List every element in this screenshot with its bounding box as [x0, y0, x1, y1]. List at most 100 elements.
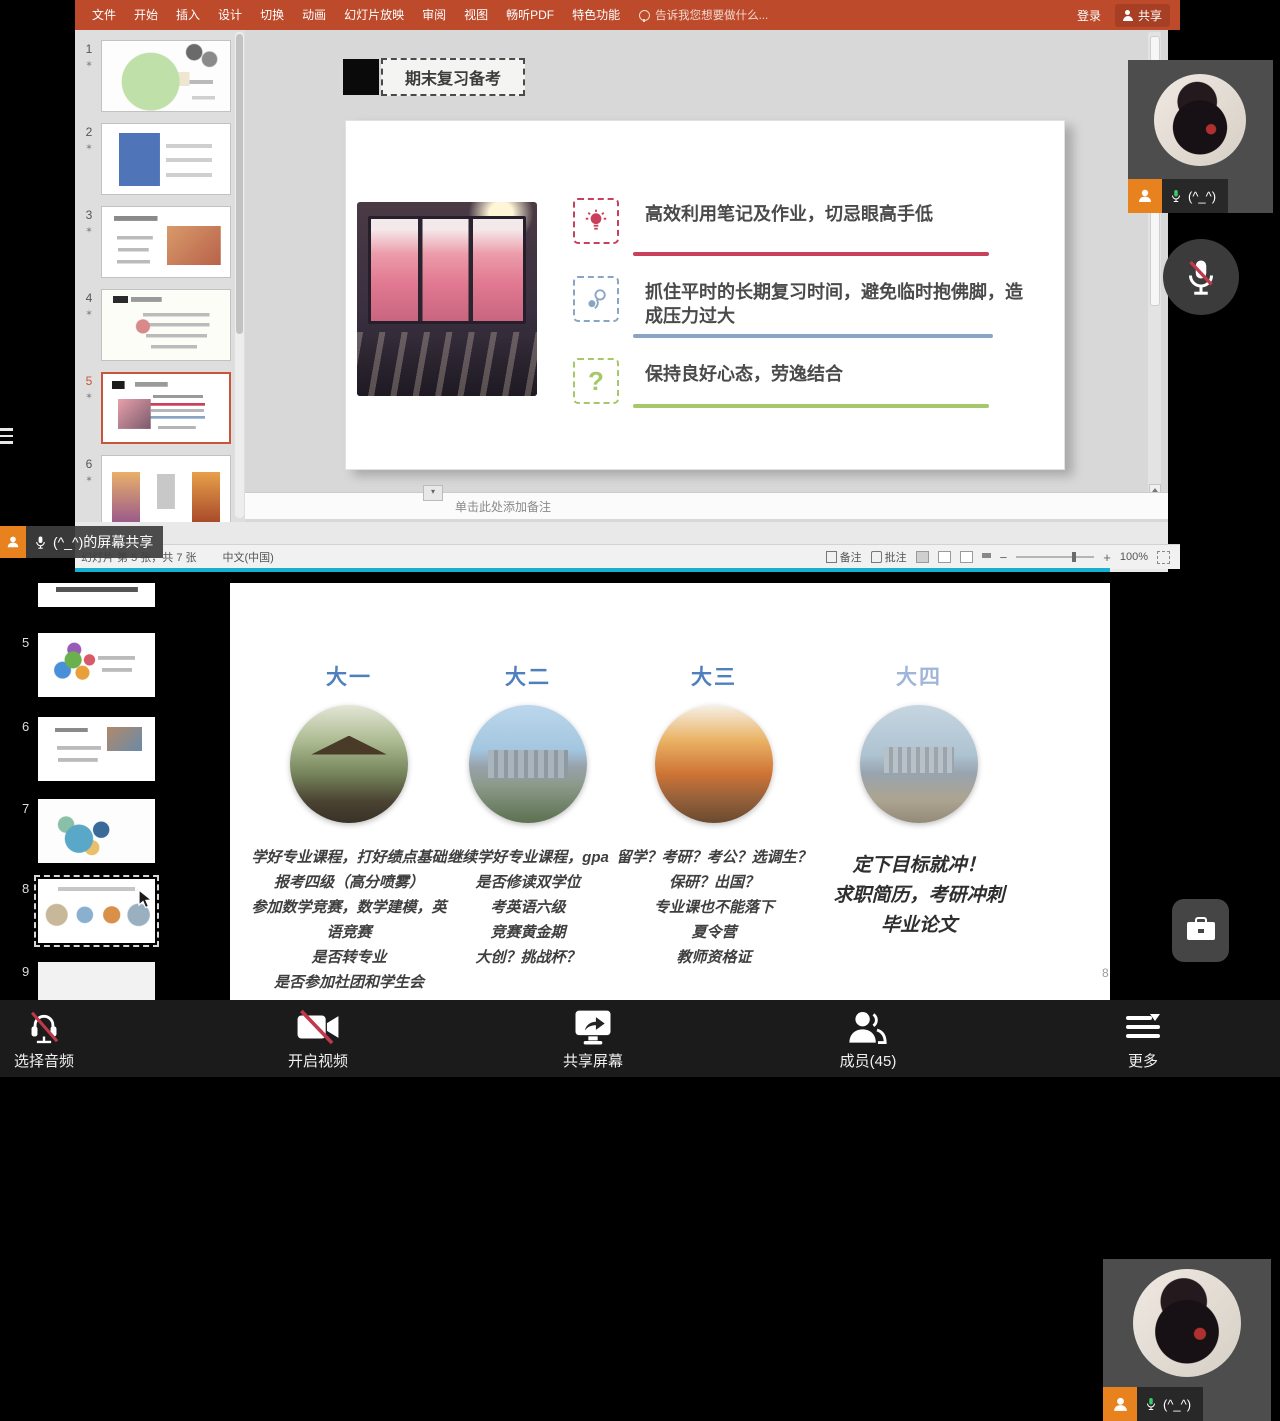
fit-to-window-button[interactable] [1157, 551, 1170, 564]
viewer-slide[interactable]: 大一 学好专业课程，打好绩点基础报考四级（高分喷雾）参加数学竞赛，数学建模，英语… [230, 583, 1110, 1000]
menu-bar: 文件开始插入设计切换动画幻灯片放映审阅视图畅听PDF特色功能 告诉我您想要做什么… [75, 0, 1180, 30]
mic-on-icon [1170, 188, 1182, 204]
slide-canvas[interactable]: 期末复习备考 高效利用笔记及作业，切忌眼高手低 [245, 30, 1168, 522]
notes-toggle[interactable]: 备注 [826, 549, 862, 565]
screen: 文件开始插入设计切换动画幻灯片放映审阅视图畅听PDF特色功能 告诉我您想要做什么… [0, 0, 1280, 1077]
slide-thumbnail-6[interactable] [101, 455, 231, 522]
menu-item[interactable]: 文件 [83, 0, 125, 30]
slide-thumbnail-panel: 1✶ 2✶ 3✶ 4✶ 5✶ 6✶ [75, 30, 246, 522]
slide-thumbnail-1[interactable] [101, 40, 231, 112]
slideshow-view-button[interactable] [982, 553, 991, 562]
members-button[interactable]: 成员(45) [788, 1006, 948, 1072]
zoom-in-button[interactable]: + [1103, 550, 1111, 565]
normal-view-button[interactable] [916, 551, 929, 563]
thumb-number: 6 [22, 719, 29, 734]
share-button[interactable]: 共享 [1115, 4, 1170, 27]
briefcase-icon [1187, 922, 1215, 940]
meeting-toolbar: 选择音频 开启视频 共享屏幕 [0, 1000, 1280, 1077]
column-line: 毕业论文 [820, 911, 1018, 941]
comments-toggle[interactable]: 批注 [871, 549, 907, 565]
viewer-thumbnail-6[interactable] [38, 717, 155, 781]
login-button[interactable]: 登录 [1077, 7, 1101, 24]
autumn-road-photo [655, 705, 773, 823]
menu-item[interactable]: 审阅 [413, 0, 455, 30]
column-line: 考英语六级 [430, 895, 626, 920]
toolbox-button[interactable] [1172, 899, 1229, 962]
zoom-slider[interactable] [1016, 556, 1094, 558]
select-audio-button[interactable]: 选择音频 [0, 1006, 124, 1072]
bullet-text: 抓住平时的长期复习时间，避免临时抱佛脚，造成压力过大 [645, 280, 1037, 328]
language-indicator[interactable]: 中文(中国) [223, 549, 274, 565]
notes-area[interactable]: ▾ 单击此处添加备注 [245, 492, 1168, 519]
screen-share-border [75, 568, 1110, 572]
panel-toggle-icon[interactable] [0, 424, 16, 446]
animation-star-icon: ✶ [81, 308, 97, 319]
slide-thumbnail-partial[interactable] [38, 583, 155, 607]
thumbnail-scrollbar[interactable] [235, 32, 244, 518]
lightbulb-icon [573, 198, 619, 244]
column-title: 大三 [608, 661, 820, 691]
red-underline [633, 252, 989, 256]
viewer-thumbnail-5[interactable] [38, 633, 155, 697]
animation-star-icon: ✶ [81, 59, 97, 70]
thumb-number: 8 [22, 881, 29, 896]
slide-thumbnail-3[interactable] [101, 206, 231, 278]
screen-share-banner[interactable]: (^_^)的屏幕共享 [0, 526, 163, 558]
slide-thumbnail-4[interactable] [101, 289, 231, 361]
menu-items: 文件开始插入设计切换动画幻灯片放映审阅视图畅听PDF特色功能 [75, 0, 629, 30]
menu-item[interactable]: 设计 [209, 0, 251, 30]
presenter-badge [0, 526, 26, 558]
menu-item[interactable]: 插入 [167, 0, 209, 30]
menu-item[interactable]: 开始 [125, 0, 167, 30]
comment-icon [871, 551, 882, 563]
menu-item[interactable]: 幻灯片放映 [335, 0, 413, 30]
menu-item[interactable]: 畅听PDF [497, 0, 563, 30]
column-line: 专业课也不能落下 [608, 895, 820, 920]
share-screen-button[interactable]: 共享屏幕 [513, 1006, 673, 1072]
slide-thumbnail-2[interactable] [101, 123, 231, 195]
mute-microphone-button[interactable] [1163, 239, 1239, 315]
thumb-number: 7 [22, 801, 29, 816]
status-bar: 幻灯片 第 5 张，共 7 张 中文(中国) 备注 批注 − + 100% [75, 544, 1180, 569]
search-box[interactable]: 告诉我您想要做什么... [639, 7, 768, 23]
participant-video-tile[interactable]: (^_^) [1128, 60, 1273, 213]
more-button[interactable]: 更多 [1063, 1006, 1223, 1072]
viewer-thumbnail-7[interactable] [38, 799, 155, 863]
slide-sorter-view-button[interactable] [938, 551, 951, 563]
slide-title: 期末复习备考 [405, 65, 501, 89]
share-banner-text: (^_^)的屏幕共享 [53, 532, 153, 552]
thumb-number: 9 [22, 964, 29, 979]
slide-thumbnail-5-selected[interactable] [101, 372, 231, 444]
slide-title-textbox[interactable]: 期末复习备考 [343, 58, 525, 96]
current-slide[interactable]: 高效利用笔记及作业，切忌眼高手低 抓住平时的长期复习时间，避免临时抱佛脚，造成压… [345, 120, 1065, 470]
start-video-button[interactable]: 开启视频 [238, 1006, 398, 1072]
gray-building-photo [860, 705, 978, 823]
notes-placeholder: 单击此处添加备注 [455, 498, 551, 515]
column-year-3: 大三 留学？考研？考公？选调生？保研？出国？专业课也不能落下夏令营教师资格证 [608, 583, 820, 1000]
bullet-text: 保持良好心态，劳逸结合 [645, 362, 1037, 386]
notes-collapse-button[interactable]: ▾ [423, 485, 443, 501]
menu-item[interactable]: 切换 [251, 0, 293, 30]
column-line: 教师资格证 [608, 945, 820, 970]
column-year-4: 大四 定下目标就冲！求职简历，考研冲刺毕业论文 [820, 583, 1018, 1000]
reading-view-button[interactable] [960, 551, 973, 563]
sprout-icon [573, 276, 619, 322]
participant-video-tile[interactable]: (^_^) [1103, 1259, 1271, 1421]
column-title: 大一 [248, 661, 450, 691]
green-underline [633, 404, 989, 408]
viewer-thumbnail-9[interactable] [38, 962, 155, 1000]
menu-item[interactable]: 特色功能 [563, 0, 629, 30]
editor-window: 文件开始插入设计切换动画幻灯片放映审阅视图畅听PDF特色功能 告诉我您想要做什么… [75, 0, 1180, 572]
zoom-level[interactable]: 100% [1120, 551, 1148, 563]
zoom-out-button[interactable]: − [1000, 550, 1008, 565]
menu-item[interactable]: 动画 [293, 0, 335, 30]
campus-building-photo [469, 705, 587, 823]
note-icon [826, 551, 837, 563]
column-title: 大四 [820, 661, 1018, 691]
participant-name: (^_^) [1188, 189, 1216, 204]
blue-underline [633, 334, 993, 338]
menu-item[interactable]: 视图 [455, 0, 497, 30]
presentation-viewer: 5 6 7 8 9 大一 学好专业课程， [0, 583, 1280, 1000]
title-black-square [343, 59, 379, 95]
bullet-text: 高效利用笔记及作业，切忌眼高手低 [645, 202, 1037, 226]
